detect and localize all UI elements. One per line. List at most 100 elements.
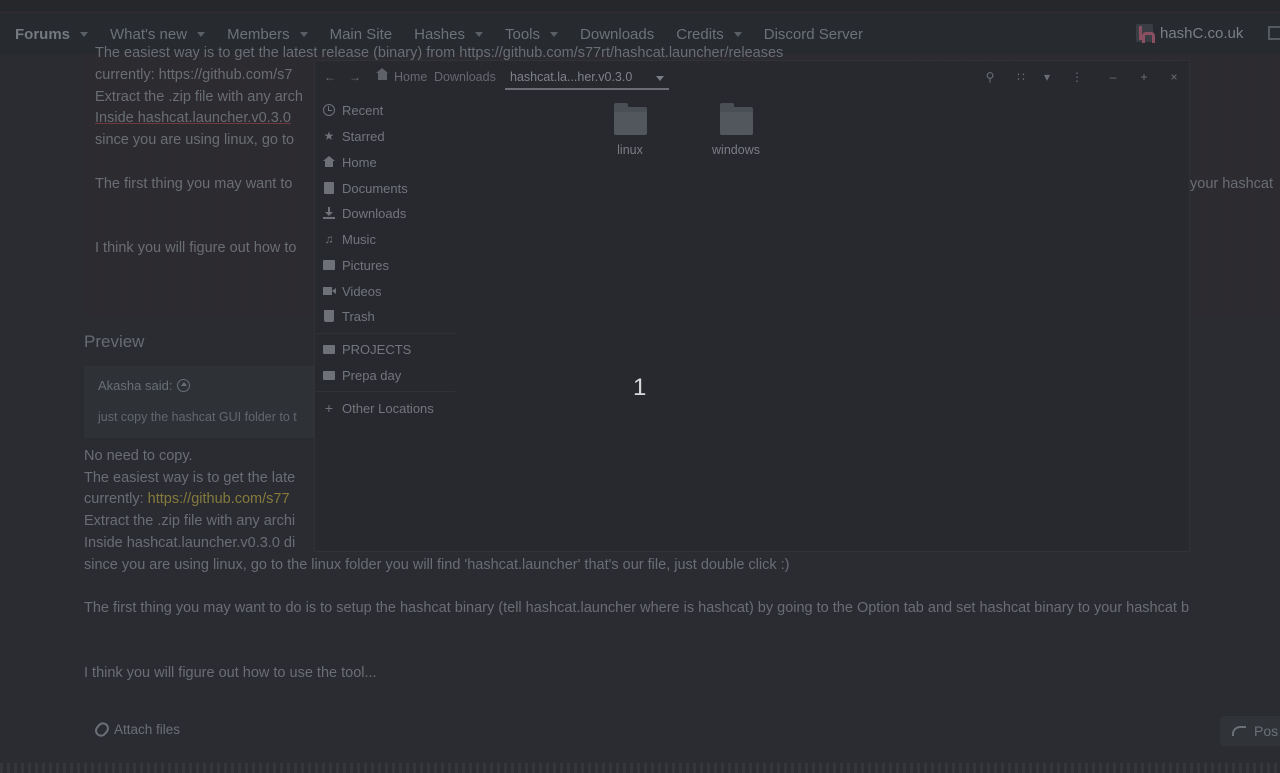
top-strip (0, 0, 1280, 14)
preview-title: Preview (84, 332, 145, 351)
chevron-down-icon[interactable] (733, 31, 742, 37)
editor-line: The easiest way is to get the latest rel… (95, 45, 784, 61)
nav-whats-new[interactable]: What's new (110, 26, 206, 43)
site-logo-icon (1136, 24, 1155, 43)
sidebar-item-home[interactable]: Home (323, 151, 377, 173)
sidebar-item-label: Music (342, 231, 376, 247)
account-icon[interactable] (1268, 26, 1280, 40)
star-icon: ★ (323, 129, 335, 143)
chevron-down-icon[interactable]: ▾ (1040, 70, 1054, 84)
preview-line: The easiest way is to get the late (84, 470, 296, 486)
nav-members[interactable]: Members (227, 26, 308, 43)
preview-line: Inside hashcat.launcher.v0.3.0 di (84, 535, 296, 551)
sidebar-item-downloads[interactable]: Downloads (323, 202, 406, 224)
chevron-down-icon[interactable] (197, 31, 206, 37)
sidebar-divider (315, 333, 455, 334)
menu-kebab-icon[interactable]: ⋮ (1070, 70, 1084, 84)
folder-icon (323, 344, 335, 354)
forward-arrow-icon[interactable]: → (348, 70, 362, 84)
folder-item-windows[interactable]: windows (691, 103, 781, 157)
sidebar-item-projects[interactable]: PROJECTS (323, 338, 411, 360)
attach-files-button[interactable]: Attach files (92, 719, 181, 740)
sidebar-item-label: Home (342, 154, 377, 170)
sidebar-item-label: Prepa day (342, 367, 402, 383)
download-icon (323, 207, 335, 219)
chevron-down-icon[interactable] (550, 31, 559, 37)
preview-line: Extract the .zip file with any archi (84, 513, 296, 529)
editor-line: The first thing you may want to (95, 176, 293, 192)
nav-forums[interactable]: Forums (15, 25, 89, 43)
preview-line: I think you will figure out how to use t… (84, 665, 377, 681)
sidebar-item-pictures[interactable]: Pictures (323, 254, 389, 276)
folder-icon (719, 103, 753, 135)
site-brand[interactable]: hashC.co.uk (1136, 24, 1243, 43)
chevron-down-icon[interactable] (474, 31, 483, 37)
sidebar-item-label: Documents (342, 180, 408, 196)
sidebar-item-documents[interactable]: Documents (323, 177, 408, 199)
sidebar-item-recent[interactable]: Recent (323, 99, 383, 121)
minimize-icon[interactable]: – (1106, 70, 1120, 84)
arrow-up-circle-icon[interactable] (177, 379, 191, 392)
home-path-icon (376, 68, 388, 80)
paperclip-icon (92, 719, 112, 740)
search-icon[interactable]: ⚲ (983, 70, 997, 84)
back-arrow-icon[interactable]: ← (323, 70, 337, 84)
sidebar-item-starred[interactable]: ★ Starred (323, 125, 385, 147)
file-chooser-dialog: ← → Home Downloads hashcat.la...her.v0.3… (314, 60, 1190, 552)
sidebar-item-label: Pictures (342, 257, 389, 273)
nav-credits[interactable]: Credits (676, 26, 742, 43)
github-link[interactable]: https://github.com/s77 (148, 491, 290, 507)
chevron-down-icon[interactable] (80, 31, 89, 37)
maximize-icon[interactable]: + (1137, 70, 1151, 84)
nav-discord-server[interactable]: Discord Server (764, 26, 863, 43)
sidebar-item-label: Trash (342, 308, 375, 324)
nav-downloads[interactable]: Downloads (580, 26, 654, 43)
folder-icon (613, 103, 647, 135)
nav-hashes[interactable]: Hashes (414, 26, 483, 43)
sidebar-item-label: Other Locations (342, 400, 434, 416)
sidebar-item-trash[interactable]: Trash (323, 305, 375, 327)
preview-line: since you are using linux, go to the lin… (84, 557, 790, 573)
folder-name: linux (617, 143, 643, 157)
sidebar-item-label: Videos (342, 283, 382, 299)
editor-line: Inside hashcat.launcher.v0.3.0 (95, 110, 291, 126)
preview-line-text: currently: (84, 491, 148, 507)
sidebar-item-music[interactable]: ♫ Music (323, 228, 376, 250)
music-icon: ♫ (324, 232, 334, 246)
path-current-folder[interactable]: hashcat.la...her.v0.3.0 (510, 70, 632, 84)
folder-item-linux[interactable]: linux (585, 103, 675, 157)
nav-label: Hashes (414, 25, 465, 43)
preview-line: No need to copy. (84, 448, 193, 464)
clock-icon (323, 104, 335, 116)
editor-line: I think you will figure out how to (95, 240, 297, 256)
sidebar-item-videos[interactable]: Videos (323, 280, 382, 302)
chevron-down-icon[interactable] (656, 76, 664, 81)
sidebar-item-prepa-day[interactable]: Prepa day (323, 364, 401, 386)
view-options-icon[interactable]: ∷ (1014, 70, 1028, 84)
editor-line: your hashcat (1190, 176, 1274, 192)
nav-label: Discord Server (763, 25, 863, 43)
video-icon (323, 287, 336, 295)
chevron-down-icon[interactable] (299, 31, 308, 37)
nav-label: Forums (15, 25, 71, 43)
path-active-indicator (505, 88, 669, 90)
post-reply-label: Pos (1254, 723, 1279, 739)
quote-author-name: Akasha said: (98, 378, 173, 393)
places-sidebar: Recent ★ Starred Home Documents Downloads… (315, 95, 455, 551)
nav-label: Members (227, 25, 290, 43)
sidebar-item-other-locations[interactable]: + Other Locations (323, 397, 434, 419)
path-downloads[interactable]: Downloads (434, 70, 496, 84)
nav-main-site[interactable]: Main Site (330, 26, 393, 43)
nav-label: Credits (676, 25, 724, 43)
overlay-number: 1 (633, 374, 647, 401)
close-icon[interactable]: × (1167, 70, 1181, 84)
file-grid: linux windows (455, 95, 1190, 551)
editor-line: currently: https://github.com/s7 (95, 67, 293, 83)
folder-name: windows (712, 143, 760, 157)
attach-files-label: Attach files (114, 722, 181, 737)
sidebar-item-label: PROJECTS (342, 341, 412, 357)
post-reply-button[interactable]: Pos (1220, 716, 1280, 746)
nav-tools[interactable]: Tools (505, 26, 559, 43)
path-home[interactable]: Home (394, 70, 427, 84)
quote-text: just copy the hashcat GUI folder to t (98, 410, 297, 424)
